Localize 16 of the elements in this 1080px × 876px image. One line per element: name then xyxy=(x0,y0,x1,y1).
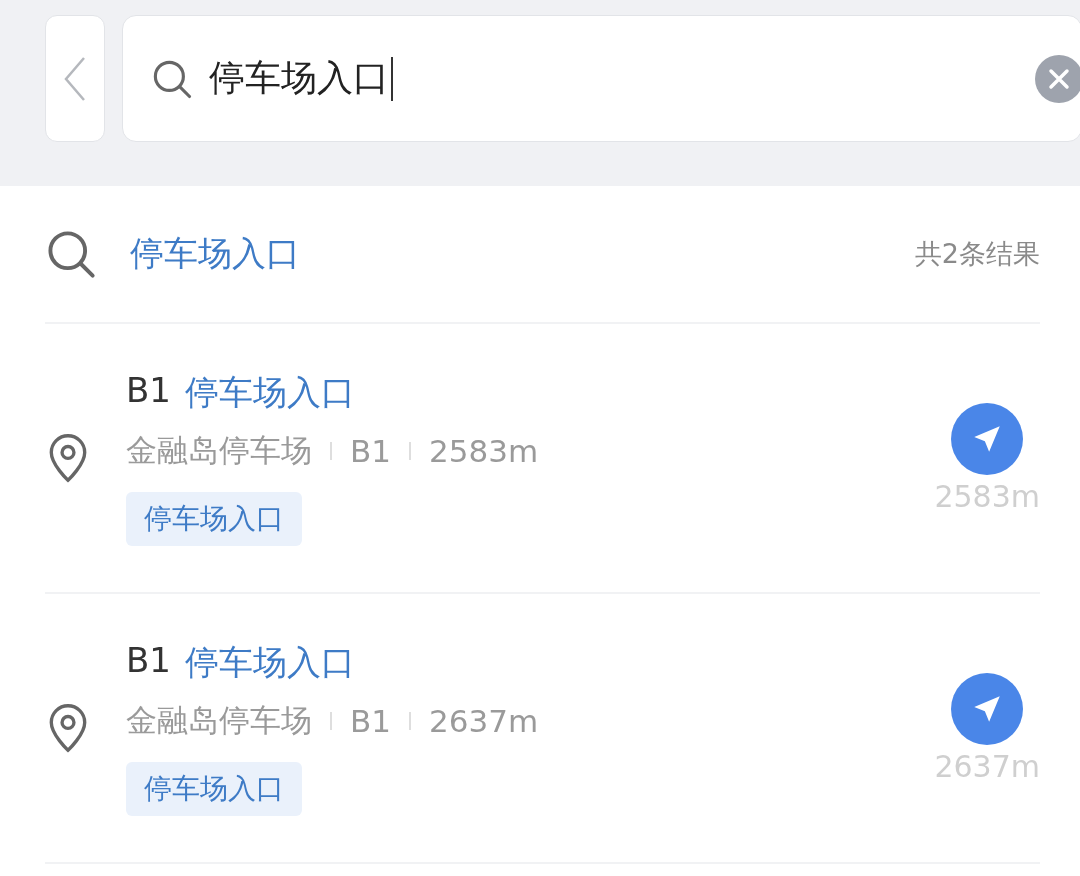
search-text: 停车场入口 xyxy=(209,56,389,100)
result-title[interactable]: 停车场入口 xyxy=(184,370,355,416)
floor-label: B1 xyxy=(126,640,171,682)
search-field[interactable]: 停车场入口 xyxy=(122,15,1080,142)
place-name: 金融岛停车场 xyxy=(126,701,312,740)
category-tag: 停车场入口 xyxy=(126,492,302,546)
floor-label: B1 xyxy=(126,370,171,412)
place-name: 金融岛停车场 xyxy=(126,431,312,470)
result-count: 共2条结果 xyxy=(914,237,1040,271)
search-suggestion[interactable]: 停车场入口 xyxy=(130,231,300,277)
distance-text: 2637m xyxy=(429,703,539,739)
category-tag: 停车场入口 xyxy=(126,762,302,816)
floor-text: B1 xyxy=(350,433,391,469)
distance-text: 2583m xyxy=(429,433,539,469)
floor-text: B1 xyxy=(350,703,391,739)
result-title[interactable]: 停车场入口 xyxy=(184,640,355,686)
